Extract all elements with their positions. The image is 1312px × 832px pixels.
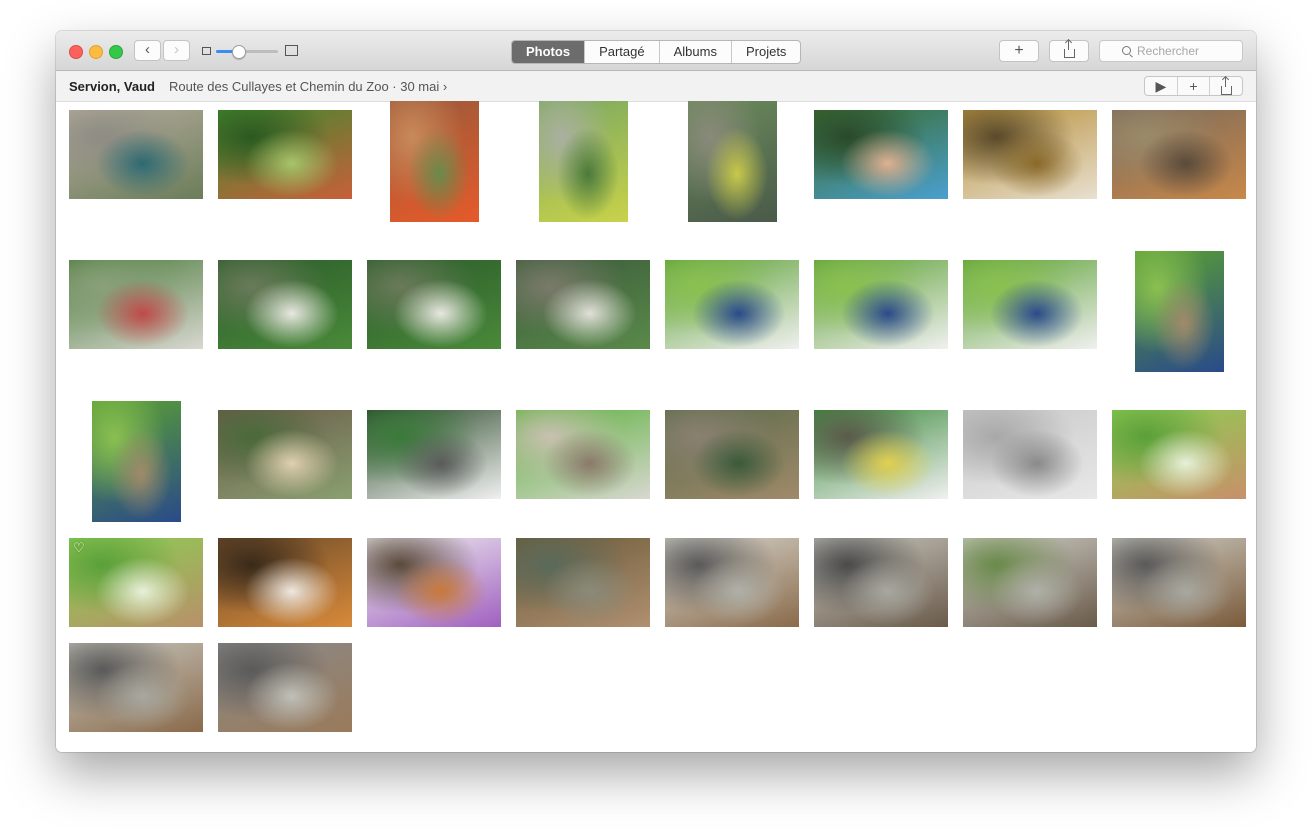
tab-photos[interactable]: Photos (512, 41, 585, 63)
large-photo-icon (285, 45, 298, 56)
photo-thumbnail[interactable] (1112, 110, 1246, 199)
zoom-slider-knob[interactable] (231, 45, 246, 59)
chevron-right-icon: › (174, 41, 179, 58)
search-placeholder: Rechercher (1137, 44, 1200, 58)
photos-window: ‹ › Photos Partagé Albums Projets + Recherc… (56, 31, 1256, 752)
photo-thumbnail[interactable] (516, 260, 650, 349)
photo-thumbnail[interactable] (539, 101, 628, 222)
toolbar: ‹ › Photos Partagé Albums Projets + Recherc… (56, 31, 1256, 71)
plus-icon: + (1014, 42, 1024, 59)
photo-thumbnail[interactable] (665, 410, 799, 499)
tab-albums[interactable]: Albums (658, 41, 731, 63)
photo-thumbnail[interactable] (963, 410, 1097, 499)
chevron-left-icon: ‹ (145, 41, 150, 58)
photo-thumbnail[interactable] (69, 110, 203, 199)
forward-button[interactable]: › (163, 40, 190, 61)
photo-thumbnail[interactable] (69, 643, 203, 732)
photo-thumbnail[interactable] (963, 260, 1097, 349)
back-button[interactable]: ‹ (134, 40, 161, 61)
photo-thumbnail[interactable] (367, 538, 501, 627)
slideshow-button[interactable]: ▶ (1145, 77, 1177, 95)
photo-thumbnail[interactable] (516, 538, 650, 627)
photo-thumbnail[interactable] (963, 110, 1097, 199)
close-window-button[interactable] (69, 45, 83, 59)
share-icon (1220, 76, 1232, 95)
fullscreen-window-button[interactable] (109, 45, 123, 59)
view-tabs: Photos Partagé Albums Projets (511, 40, 802, 64)
moment-add-button[interactable]: + (1176, 77, 1210, 95)
photo-thumbnail[interactable] (218, 538, 352, 627)
photo-thumbnail[interactable] (218, 110, 352, 199)
photo-thumbnail[interactable] (814, 538, 948, 627)
photo-thumbnail[interactable] (367, 410, 501, 499)
photo-thumbnail[interactable] (218, 643, 352, 732)
photo-thumbnail[interactable] (367, 260, 501, 349)
play-icon: ▶ (1155, 78, 1167, 94)
moment-share-button[interactable] (1209, 76, 1242, 95)
favorite-heart-icon[interactable]: ♡ (73, 540, 85, 556)
search-field[interactable]: Rechercher (1099, 40, 1243, 62)
photo-thumbnail[interactable] (665, 538, 799, 627)
photo-thumbnail[interactable] (218, 260, 352, 349)
plus-icon: + (1189, 78, 1198, 94)
photo-thumbnail[interactable] (1112, 410, 1246, 499)
photo-thumbnail[interactable] (814, 260, 948, 349)
photo-thumbnail[interactable] (688, 101, 777, 222)
small-photo-icon (202, 47, 211, 55)
moment-title: Servion, Vaud (69, 79, 155, 94)
moment-actions: ▶ + (1144, 76, 1243, 96)
tab-projets[interactable]: Projets (730, 41, 800, 63)
photo-thumbnail[interactable] (1135, 251, 1224, 372)
photo-thumbnail[interactable] (218, 410, 352, 499)
moment-header: Servion, Vaud Route des Cullayes et Chem… (56, 71, 1256, 102)
photo-thumbnail[interactable] (69, 260, 203, 349)
photo-grid: ♡ (56, 101, 1256, 752)
photo-thumbnail[interactable] (390, 101, 479, 222)
moment-subtitle[interactable]: Route des Cullayes et Chemin du Zoo · 30… (169, 79, 447, 94)
tab-partag[interactable]: Partagé (584, 41, 659, 63)
photo-thumbnail[interactable] (1112, 538, 1246, 627)
share-icon (1063, 40, 1075, 59)
photo-thumbnail[interactable] (516, 410, 650, 499)
photo-thumbnail[interactable] (963, 538, 1097, 627)
search-icon (1122, 46, 1131, 55)
photo-thumbnail[interactable] (92, 401, 181, 522)
share-button[interactable] (1049, 40, 1089, 62)
photo-thumbnail[interactable]: ♡ (69, 538, 203, 627)
photo-thumbnail[interactable] (814, 410, 948, 499)
minimize-window-button[interactable] (89, 45, 103, 59)
photo-thumbnail[interactable] (665, 260, 799, 349)
photo-thumbnail[interactable] (814, 110, 948, 199)
add-button[interactable]: + (999, 40, 1039, 62)
zoom-slider[interactable] (216, 45, 278, 59)
